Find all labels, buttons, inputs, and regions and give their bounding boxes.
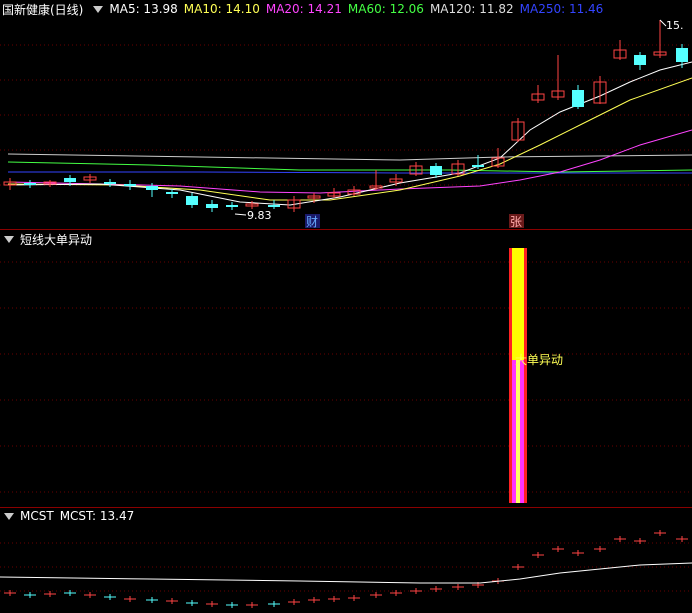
candle-body-down (24, 183, 36, 185)
dropdown-triangle-icon[interactable] (4, 512, 14, 520)
candle-body-down (676, 48, 688, 62)
indicator-panel-big-order[interactable]: 短线大单异动 大单异动 (0, 230, 692, 507)
indicator-header: 短线大单异动 (0, 230, 98, 248)
candle-body-down (206, 204, 218, 208)
candle-body-down (634, 55, 646, 65)
ma10-line (7, 77, 692, 201)
ma5-label: MA5: 13.98 (109, 2, 178, 16)
dropdown-triangle-icon[interactable] (4, 235, 14, 243)
mcst-title: MCST (20, 509, 54, 523)
candle-body-down (124, 184, 136, 186)
candle-body-down (64, 178, 76, 182)
low-price-arrow (234, 213, 247, 216)
high-price-label: 15. (666, 19, 684, 32)
big-order-bar-yellow (512, 248, 524, 360)
dropdown-triangle-icon[interactable] (93, 5, 104, 13)
candle-body-down (268, 205, 280, 207)
mcst-value: MCST: 13.47 (59, 509, 135, 523)
candle-body-down (430, 166, 442, 175)
marker-zhang[interactable]: 张 (510, 215, 522, 229)
mcst-line (0, 562, 692, 584)
ma20-label: MA20: 14.21 (265, 2, 342, 16)
candle-body-down (472, 165, 484, 167)
marker-cai[interactable]: 财 (306, 215, 318, 229)
main-chart-header: 国新健康(日线) MA5: 13.98 MA10: 14.10 MA20: 14… (0, 0, 609, 18)
ma60-label: MA60: 12.06 (347, 2, 424, 16)
big-order-bar-inner (516, 360, 520, 503)
ma250-line (8, 171, 692, 174)
candle-body-down (166, 192, 178, 194)
indicator-panel-mcst[interactable]: MCST MCST: 13.47 (0, 507, 692, 613)
stock-title: 国新健康(日线) (2, 2, 84, 17)
candle-body-down (146, 186, 158, 190)
big-order-chart[interactable]: 大单异动 (0, 230, 692, 507)
big-order-label: 大单异动 (515, 353, 563, 367)
candle-body-down (186, 196, 198, 205)
main-chart-panel[interactable]: 国新健康(日线) MA5: 13.98 MA10: 14.10 MA20: 14… (0, 0, 692, 230)
candle-body-down (572, 90, 584, 107)
mcst-header: MCST MCST: 13.47 (0, 507, 140, 525)
ma120-label: MA120: 11.82 (429, 2, 514, 16)
indicator-title: 短线大单异动 (20, 232, 93, 247)
candle-body-down (226, 205, 238, 207)
candle-body-down (104, 182, 116, 184)
ma10-label: MA10: 14.10 (183, 2, 260, 16)
low-price-label: 9.83 (247, 209, 272, 222)
ma120-line (7, 153, 692, 161)
candlestick-chart[interactable]: 9.83 15. 财 张 (0, 0, 692, 230)
ma250-label: MA250: 11.46 (519, 2, 604, 16)
